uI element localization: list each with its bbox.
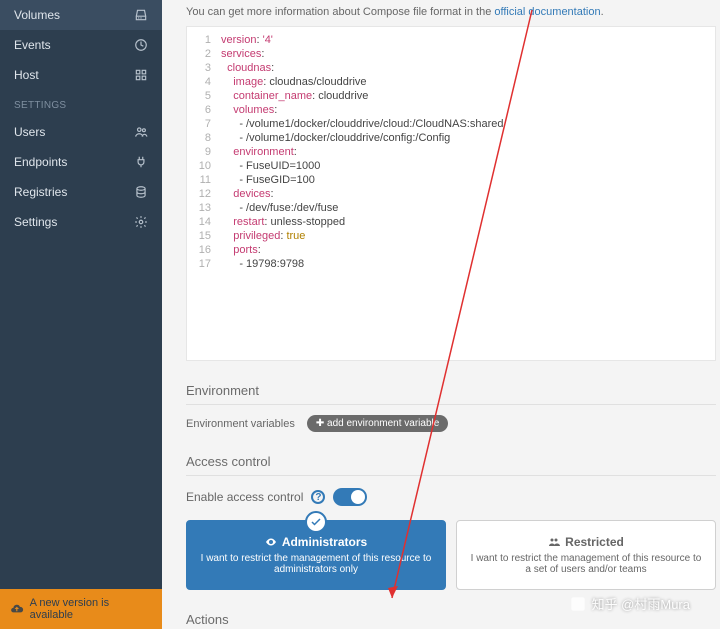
docs-link[interactable]: official documentation (494, 6, 600, 18)
database-icon (134, 185, 148, 199)
access-control-toggle[interactable] (333, 488, 367, 506)
watermark: 知乎 @村雨Mura (570, 594, 690, 613)
sidebar-item-settings[interactable]: Settings (0, 207, 162, 237)
hdd-icon (134, 8, 148, 22)
plus-icon: ✚ (316, 418, 327, 429)
help-text: You can get more information about Compo… (186, 0, 720, 26)
env-vars-label: Environment variables (186, 418, 295, 430)
zhihu-icon (570, 596, 586, 612)
sidebar-item-events[interactable]: Events (0, 30, 162, 60)
sidebar-item-registries[interactable]: Registries (0, 177, 162, 207)
card-restricted-desc: I want to restrict the management of thi… (467, 553, 705, 575)
section-actions: Actions (186, 612, 716, 629)
compose-editor[interactable]: 1234567891011121314151617 version: '4'se… (186, 26, 716, 361)
sidebar-item-host[interactable]: Host (0, 60, 162, 90)
card-restricted[interactable]: Restricted I want to restrict the manage… (456, 520, 716, 590)
sidebar-item-endpoints[interactable]: Endpoints (0, 147, 162, 177)
grid-icon (134, 68, 148, 82)
cogs-icon (134, 215, 148, 229)
sidebar-section-settings: SETTINGS (0, 90, 162, 117)
sidebar: VolumesEventsHost SETTINGS UsersEndpoint… (0, 0, 162, 629)
help-icon[interactable]: ? (311, 490, 325, 504)
check-icon (305, 511, 327, 533)
users-icon (134, 125, 148, 139)
eye-icon (265, 536, 277, 548)
editor-code[interactable]: version: '4'services: cloudnas: image: c… (217, 27, 503, 360)
sidebar-item-volumes[interactable]: Volumes (0, 0, 162, 30)
card-admin-desc: I want to restrict the management of thi… (197, 553, 435, 575)
new-version-label: A new version is available (30, 597, 152, 621)
section-access-control: Access control (186, 454, 716, 476)
history-icon (134, 38, 148, 52)
editor-gutter: 1234567891011121314151617 (187, 27, 217, 360)
add-env-button[interactable]: ✚ add environment variable (307, 415, 448, 432)
card-administrators[interactable]: Administrators I want to restrict the ma… (186, 520, 446, 590)
users-icon (548, 536, 560, 548)
sidebar-item-users[interactable]: Users (0, 117, 162, 147)
enable-ac-label: Enable access control (186, 490, 303, 504)
new-version-banner[interactable]: A new version is available (0, 589, 162, 629)
plug-icon (134, 155, 148, 169)
cloud-upload-icon (10, 602, 24, 616)
section-environment: Environment (186, 383, 716, 405)
main-content: You can get more information about Compo… (162, 0, 720, 629)
